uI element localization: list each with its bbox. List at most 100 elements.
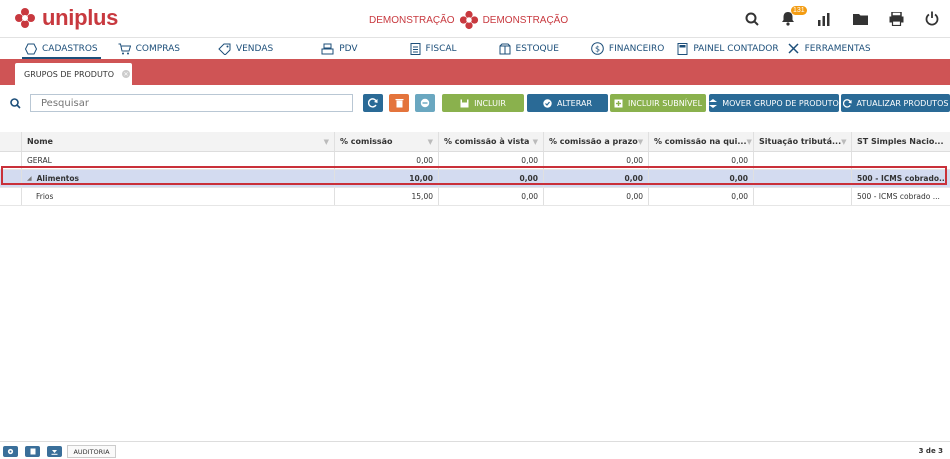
row-spacer [0,152,22,169]
filter-icon[interactable]: ▼ [638,138,643,146]
export-button[interactable] [47,446,62,457]
search-icon[interactable] [5,94,26,112]
tab-grupos-de-produto[interactable]: GRUPOS DE PRODUTO ✕ [15,63,132,85]
cell-avista: 0,00 [439,188,544,205]
nav-ferramentas[interactable]: FERRAMENTAS [787,38,871,60]
cell-aprazo: 0,00 [544,188,649,205]
main-nav: CADASTROS COMPRAS VENDAS PDV FISCAL ESTO… [0,37,950,59]
folder-icon[interactable] [842,0,878,37]
auditoria-button[interactable]: AUDITORIA [67,445,116,458]
column-header[interactable]: % comissão à vista ▼ [439,132,544,151]
collapse-icon[interactable]: ◢ [27,175,32,182]
cell-avista: 0,00 [439,170,544,187]
cell-aprazo: 0,00 [544,152,649,169]
row-name: Alimentos [36,174,80,183]
column-header[interactable]: % comissão na qui... ▼ [649,132,754,151]
filter-icon[interactable]: ▼ [746,138,751,146]
nav-pdv[interactable]: PDV [321,38,358,60]
search-icon[interactable] [734,0,770,37]
cell-st: 500 - ICMS cobrado... [857,174,948,183]
gear-icon [7,448,14,455]
tab-bar: GRUPOS DE PRODUTO ✕ [0,59,950,85]
filter-icon[interactable]: ▼ [324,138,329,146]
cell-situacao [754,188,852,205]
nav-estoque[interactable]: ESTOQUE [499,38,559,60]
printer-icon[interactable] [878,0,914,37]
notification-badge: 131 [791,6,807,15]
chart-icon[interactable] [806,0,842,37]
atualizar-produtos-button[interactable]: ATUALIZAR PRODUTOS [841,94,950,112]
column-header[interactable]: Situação tributá... ▼ [754,132,852,151]
filter-icon[interactable]: ▼ [533,138,538,146]
cell-aprazo: 0,00 [544,170,649,187]
logo[interactable]: uniplus [14,5,118,31]
refresh-button[interactable] [363,94,383,112]
incluir-button[interactable]: INCLUIR [442,94,524,112]
logo-text: uniplus [42,5,119,30]
record-count: 3 de 3 [918,447,943,455]
nav-fiscal[interactable]: FISCAL [410,38,457,60]
cell-quitacao: 0,00 [649,170,754,187]
delete-button[interactable] [389,94,409,112]
tools-icon [788,43,799,54]
table-header: Nome ▼ % comissão ▼ % comissão à vista ▼ % … [0,132,950,152]
incluir-subnivel-button[interactable]: INCLUIR SUBNÍVEL [610,94,706,112]
row-spacer [0,170,22,187]
column-header[interactable]: % comissão ▼ [335,132,439,151]
column-header[interactable]: ST Simples Nacio... [852,132,950,151]
download-icon [51,450,58,455]
nav-label: FERRAMENTAS [804,43,871,54]
search-input[interactable] [30,94,353,112]
row-name: Frios [36,192,54,201]
save-icon [460,99,469,107]
nav-label: PAINEL CONTADOR [693,43,779,54]
nav-vendas[interactable]: VENDAS [218,38,273,60]
filter-icon[interactable]: ▼ [841,138,846,146]
power-icon[interactable] [914,0,950,37]
column-header[interactable]: % comissão a prazo ▼ [544,132,649,151]
cell-nome: Frios [22,188,335,205]
nav-painel-contador[interactable]: PAINEL CONTADOR [677,38,779,60]
footer: AUDITORIA 3 de 3 [0,441,950,459]
nav-label: ESTOQUE [515,43,559,54]
demo-logo-icon [459,10,478,30]
nav-compras[interactable]: COMPRAS [118,38,180,60]
table-row-selected[interactable]: ◢ Alimentos 10,00 0,00 0,00 0,00 500 - I… [0,170,950,188]
refresh-icon [368,98,378,108]
move-icon [709,98,718,108]
settings-button[interactable] [3,446,18,457]
cell-comissao: 0,00 [335,152,439,169]
cell-comissao: 10,00 [335,170,439,187]
box-icon [499,43,511,54]
bell-icon[interactable]: 131 [770,0,807,37]
notes-button[interactable] [25,446,40,457]
nav-financeiro[interactable]: $ FINANCEIRO [591,38,664,60]
mover-grupo-button[interactable]: MOVER GRUPO DE PRODUTO [709,94,839,112]
filter-icon[interactable]: ▼ [428,138,433,146]
cell-nome: ◢ Alimentos [22,170,335,187]
hexagon-icon [25,43,37,54]
tab-label: GRUPOS DE PRODUTO [24,69,114,79]
toolbar: INCLUIR ALTERAR INCLUIR SUBNÍVEL MOVER G… [0,86,950,119]
demo-label-left: DEMONSTRAÇÃO [369,14,455,26]
demo-banner: DEMONSTRAÇÃO DEMONSTRAÇÃO [369,10,568,30]
table-row[interactable]: GERAL 0,00 0,00 0,00 0,00 [0,152,950,170]
row-spacer [0,188,22,205]
column-header[interactable]: Nome ▼ [22,132,335,151]
alterar-button[interactable]: ALTERAR [527,94,608,112]
register-icon [321,43,334,54]
options-button[interactable] [415,94,435,112]
nav-cadastros[interactable]: CADASTROS [22,38,101,60]
nav-label: FINANCEIRO [608,43,665,54]
table-row[interactable]: Frios 15,00 0,00 0,00 0,00 500 - ICMS co… [0,188,950,206]
tag-icon [218,43,231,55]
mover-grupo-label: MOVER GRUPO DE PRODUTO [722,98,839,108]
alterar-label: ALTERAR [556,98,593,108]
close-icon[interactable]: ✕ [122,70,130,78]
nav-label: CADASTROS [42,43,98,54]
cell-quitacao: 0,00 [649,188,754,205]
cart-icon [118,43,131,54]
svg-text:$: $ [595,45,600,54]
dollar-icon: $ [591,42,604,55]
cell-st: 500 - ICMS cobrado ... [857,192,940,201]
